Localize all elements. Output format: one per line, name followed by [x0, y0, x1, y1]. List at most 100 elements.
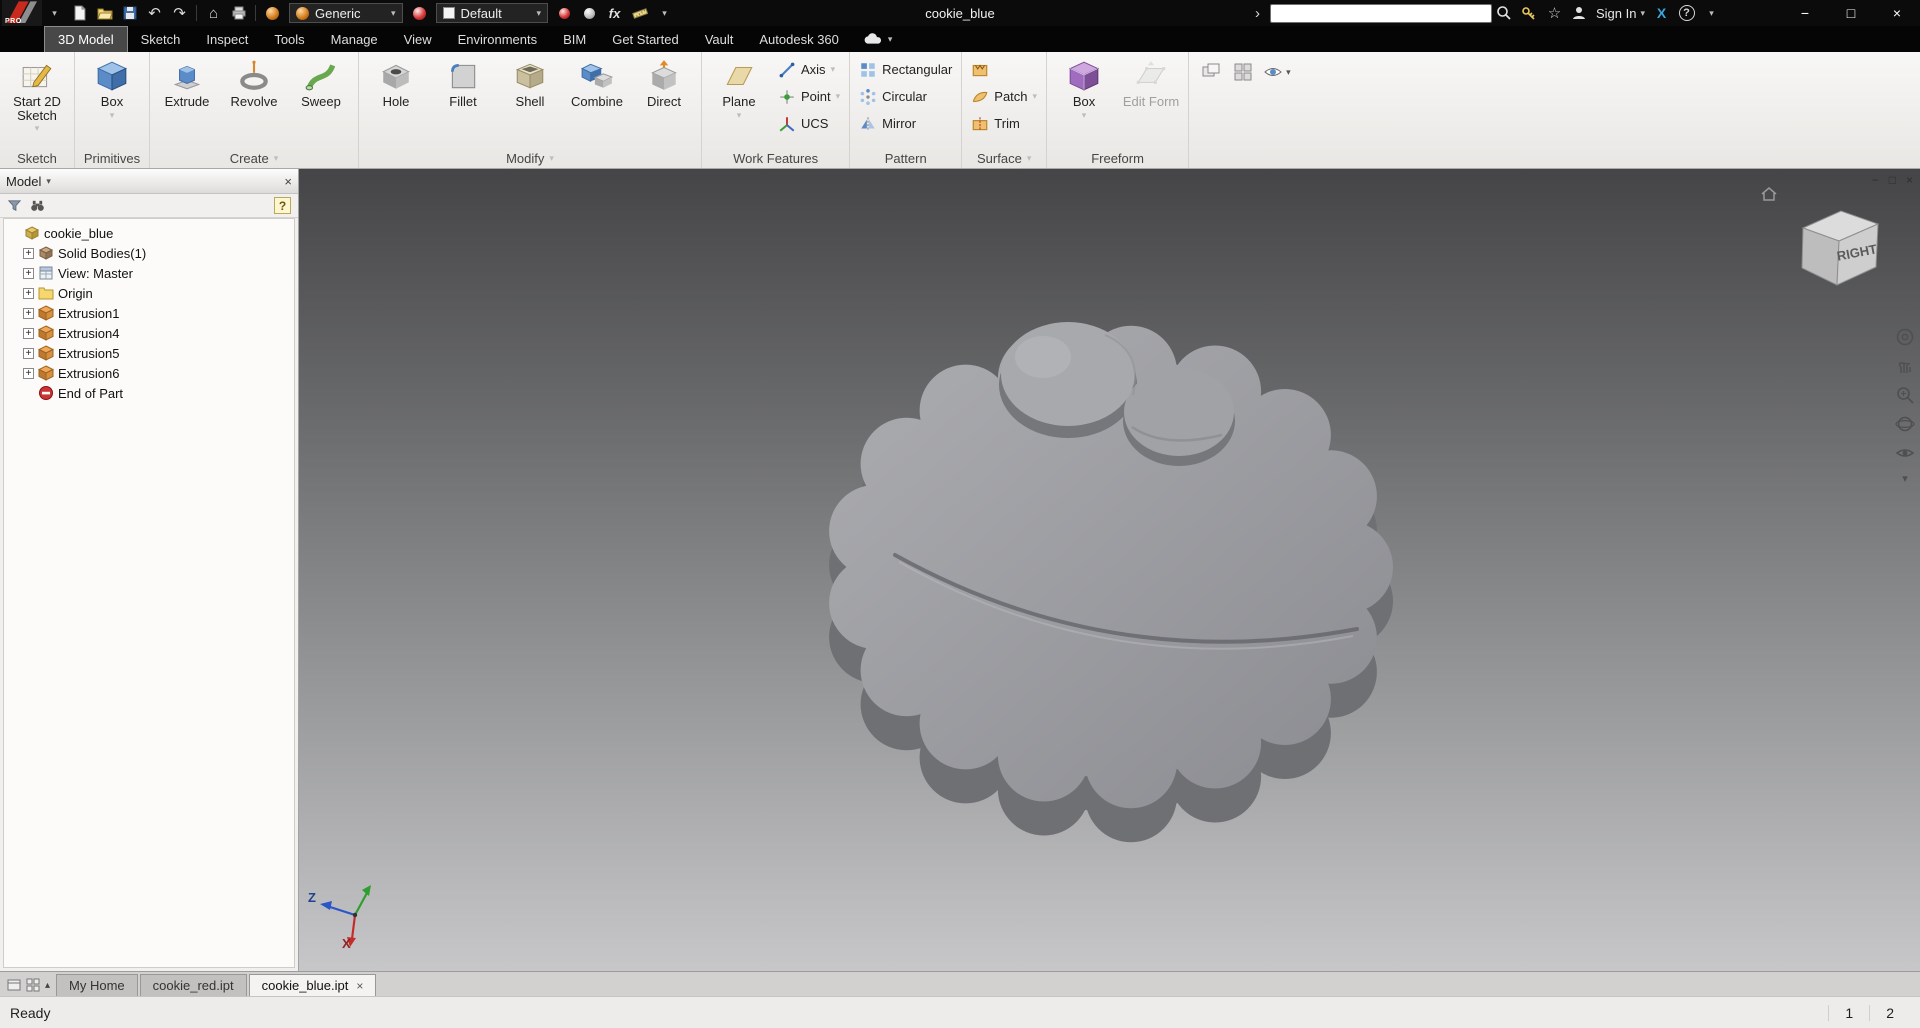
sign-in-button[interactable]: Sign In ▾: [1592, 6, 1649, 21]
a360-cloud-button[interactable]: ▾: [852, 26, 903, 52]
help-caret-icon[interactable]: ▾: [1699, 2, 1724, 24]
doc-minimize-icon[interactable]: −: [1872, 173, 1879, 187]
doc-tab-close-icon[interactable]: ×: [356, 979, 363, 993]
appearance-dropdown[interactable]: Default ▾: [436, 3, 549, 23]
point-button[interactable]: Point ▾: [774, 83, 844, 110]
favorites-star-icon[interactable]: ☆: [1542, 2, 1567, 24]
pan-icon[interactable]: [1895, 356, 1915, 376]
tab-inspect[interactable]: Inspect: [193, 26, 261, 52]
tab-tools[interactable]: Tools: [261, 26, 317, 52]
freeform-box-button[interactable]: Box ▾: [1052, 56, 1116, 146]
browser-help-button[interactable]: ?: [274, 197, 291, 214]
expand-toggle-icon[interactable]: +: [23, 248, 34, 259]
viewcube-home-button[interactable]: [1760, 185, 1778, 206]
viewcube[interactable]: RIGHT: [1786, 195, 1890, 299]
home-button[interactable]: ⌂: [201, 2, 226, 24]
axis-button[interactable]: Axis ▾: [774, 56, 844, 83]
tab-vault[interactable]: Vault: [692, 26, 747, 52]
expand-toggle-icon[interactable]: +: [23, 368, 34, 379]
tree-item-origin[interactable]: +Origin: [4, 283, 294, 303]
tab-view[interactable]: View: [391, 26, 445, 52]
arrange-windows-icon[interactable]: [7, 978, 21, 992]
tab-sketch[interactable]: Sketch: [128, 26, 194, 52]
open-button[interactable]: [92, 2, 117, 24]
user-button[interactable]: [1567, 2, 1592, 24]
search-expand-chevron-icon[interactable]: ›: [1245, 2, 1270, 24]
look-at-icon[interactable]: [1895, 443, 1915, 463]
appearance-ball-icon[interactable]: [407, 2, 432, 24]
doc-restore-icon[interactable]: □: [1889, 173, 1896, 187]
navigation-wheel-icon[interactable]: [1895, 327, 1915, 347]
tile-windows-button[interactable]: [1231, 60, 1255, 84]
panel-footer-modify[interactable]: Modify▾: [359, 148, 701, 168]
combine-button[interactable]: Combine: [565, 56, 629, 146]
panel-footer-create[interactable]: Create▾: [150, 148, 358, 168]
close-button[interactable]: ×: [1874, 0, 1920, 26]
fillet-button[interactable]: Fillet: [431, 56, 495, 146]
key-button[interactable]: [1517, 2, 1542, 24]
rectangular-pattern-button[interactable]: Rectangular: [855, 56, 956, 83]
sweep-button[interactable]: Sweep: [289, 56, 353, 146]
doc-tab-cookie-blue-ipt[interactable]: cookie_blue.ipt×: [249, 974, 377, 996]
new-file-button[interactable]: [67, 2, 92, 24]
patch-button[interactable]: Patch ▾: [967, 83, 1041, 110]
browser-close-icon[interactable]: ×: [284, 174, 292, 189]
expand-toggle-icon[interactable]: +: [23, 268, 34, 279]
tree-item-extrusion1[interactable]: +Extrusion1: [4, 303, 294, 323]
tree-item-solid-bodies-1-[interactable]: +Solid Bodies(1): [4, 243, 294, 263]
undo-button[interactable]: ↶: [142, 2, 167, 24]
tree-item-end-of-part[interactable]: +End of Part: [4, 383, 294, 403]
expand-toggle-icon[interactable]: +: [23, 348, 34, 359]
expand-toggle-icon[interactable]: +: [23, 288, 34, 299]
minimize-button[interactable]: −: [1782, 0, 1828, 26]
material-ball-icon[interactable]: [260, 2, 285, 24]
panel-footer-surface[interactable]: Surface▾: [962, 148, 1046, 168]
ucs-button[interactable]: UCS: [774, 110, 844, 137]
start-2d-sketch-button[interactable]: Start 2D Sketch ▾: [5, 56, 69, 146]
filter-button[interactable]: [7, 198, 22, 213]
hole-button[interactable]: Hole: [364, 56, 428, 146]
expand-tabs-caret-icon[interactable]: ▴: [45, 980, 50, 991]
find-button[interactable]: [30, 198, 45, 213]
browser-caret-icon[interactable]: ▾: [46, 176, 51, 187]
tree-item-extrusion4[interactable]: +Extrusion4: [4, 323, 294, 343]
expand-toggle-icon[interactable]: +: [23, 328, 34, 339]
object-visibility-dropdown[interactable]: ▾: [1263, 60, 1291, 84]
tree-item-cookie-blue[interactable]: +cookie_blue: [4, 223, 294, 243]
orbit-icon[interactable]: [1895, 414, 1915, 434]
tab-autodesk-360[interactable]: Autodesk 360: [746, 26, 852, 52]
search-input[interactable]: [1270, 4, 1492, 23]
tab-bim[interactable]: BIM: [550, 26, 599, 52]
extrude-button[interactable]: Extrude: [155, 56, 219, 146]
maximize-button[interactable]: □: [1828, 0, 1874, 26]
parameters-fx-button[interactable]: fx: [602, 2, 627, 24]
shell-button[interactable]: Shell: [498, 56, 562, 146]
print-button[interactable]: [226, 2, 251, 24]
doc-close-icon[interactable]: ×: [1906, 173, 1913, 187]
zoom-icon[interactable]: [1895, 385, 1915, 405]
doc-tab-my-home[interactable]: My Home: [56, 974, 138, 996]
save-button[interactable]: [117, 2, 142, 24]
revolve-button[interactable]: Revolve: [222, 56, 286, 146]
tree-item-extrusion6[interactable]: +Extrusion6: [4, 363, 294, 383]
primitive-box-button[interactable]: Box ▾: [80, 56, 144, 146]
app-logo[interactable]: PRO: [2, 0, 42, 26]
tree-item-view-master[interactable]: +View: Master: [4, 263, 294, 283]
plane-button[interactable]: Plane ▾: [707, 56, 771, 146]
circular-pattern-button[interactable]: Circular: [855, 83, 956, 110]
qat-overflow-caret-icon[interactable]: ▾: [652, 2, 677, 24]
exchange-apps-icon[interactable]: X: [1649, 2, 1674, 24]
direct-button[interactable]: Direct: [632, 56, 696, 146]
switch-windows-button[interactable]: [1199, 60, 1223, 84]
tree-item-extrusion5[interactable]: +Extrusion5: [4, 343, 294, 363]
browser-title[interactable]: Model: [6, 174, 41, 189]
app-menu-caret-icon[interactable]: ▾: [42, 2, 67, 24]
tab-environments[interactable]: Environments: [445, 26, 550, 52]
stitch-button[interactable]: [967, 56, 1041, 83]
doc-tab-cookie-red-ipt[interactable]: cookie_red.ipt: [140, 974, 247, 996]
viewport-3d[interactable]: − □ × RIGHT ▾: [299, 169, 1920, 971]
redo-button[interactable]: ↷: [167, 2, 192, 24]
tab-manage[interactable]: Manage: [318, 26, 391, 52]
tab-3d-model[interactable]: 3D Model: [44, 26, 128, 52]
expand-toggle-icon[interactable]: +: [23, 308, 34, 319]
